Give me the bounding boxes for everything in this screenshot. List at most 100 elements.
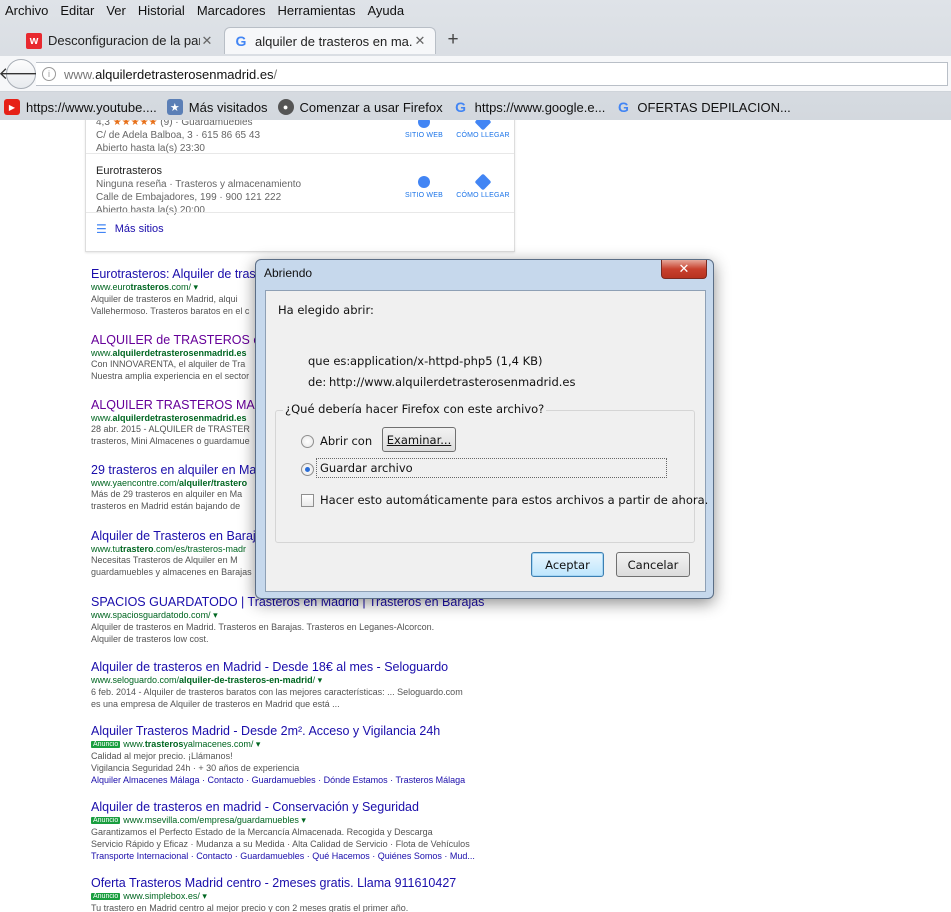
- website-button[interactable]: SITIO WEB: [394, 120, 454, 139]
- reviews: (9) · Guardamuebles: [160, 120, 253, 128]
- chosen-label: Ha elegido abrir:: [278, 303, 374, 317]
- bookmark-firefox[interactable]: ● Comenzar a usar Firefox: [277, 99, 443, 115]
- ad-result: Alquiler de trasteros en madrid - Conser…: [91, 800, 551, 862]
- menu-ver[interactable]: Ver: [100, 0, 132, 22]
- wowhead-icon: w: [26, 32, 42, 49]
- browse-button[interactable]: Examinar...: [382, 427, 456, 452]
- back-button[interactable]: 🡐: [0, 59, 44, 89]
- from-label: de:: [308, 375, 327, 389]
- address: C/ de Adela Balboa, 3 · 615 86 65 43: [96, 130, 261, 141]
- local-entry[interactable]: Eurotrasteros Ninguna reseña · Trasteros…: [96, 165, 301, 217]
- url-prefix: www.: [64, 66, 96, 82]
- save-file-label[interactable]: Guardar archivo: [320, 461, 413, 475]
- directions-label: CÓMO LLEGAR: [456, 132, 510, 139]
- firefox-icon: ●: [277, 99, 294, 115]
- close-dialog-button[interactable]: ✕: [661, 260, 707, 279]
- address: Calle de Embajadores, 199 · 900 121 222: [96, 192, 282, 203]
- result-title[interactable]: Alquiler de trasteros en Madrid - Desde …: [91, 660, 551, 674]
- bookmark-label: Comenzar a usar Firefox: [299, 99, 443, 115]
- dialog-body: Ha elegido abrir: que es: application/x-…: [265, 290, 708, 592]
- tab-strip: w Desconfiguracion de la par... ✕ G alqu…: [0, 24, 951, 54]
- new-tab-button[interactable]: +: [442, 29, 464, 51]
- bookmark-youtube[interactable]: ▶ https://www.youtube....: [4, 99, 157, 115]
- navigation-bar: 🡐 i www. alquilerdetrasterosenmadrid.es /: [0, 56, 951, 92]
- url-host: alquilerdetrasterosenmadrid.es: [95, 66, 274, 82]
- list-icon: ☰: [96, 222, 107, 236]
- ad-badge: Anuncio: [91, 817, 121, 824]
- opening-dialog: Abriendo ✕ Ha elegido abrir: que es: app…: [255, 259, 714, 599]
- tab-desconfiguracion[interactable]: w Desconfiguracion de la par... ✕: [18, 27, 222, 54]
- bookmark-label: https://www.google.e...: [474, 99, 606, 115]
- globe-icon: [418, 176, 430, 188]
- auto-checkbox[interactable]: [301, 494, 314, 507]
- tab-title: Desconfiguracion de la par...: [48, 33, 200, 48]
- close-tab-icon[interactable]: ✕: [200, 33, 214, 49]
- more-sites-link[interactable]: ☰ Más sitios: [96, 222, 164, 236]
- website-button[interactable]: SITIO WEB: [394, 176, 454, 199]
- directions-button[interactable]: CÓMO LLEGAR: [453, 173, 513, 199]
- open-with-label[interactable]: Abrir con: [320, 434, 372, 448]
- from-value: http://www.alquilerdetrasterosenmadrid.e…: [329, 375, 576, 389]
- bookmark-label: Más visitados: [188, 99, 268, 115]
- local-entry[interactable]: 4,3 ★★★★★ (9) · Guardamuebles C/ de Adel…: [96, 120, 260, 155]
- result-title[interactable]: Alquiler de trasteros en madrid - Conser…: [91, 800, 551, 814]
- save-file-radio[interactable]: [301, 463, 314, 476]
- result-snippet: Servicio Rápido y Eficaz · Mudanza a su …: [91, 839, 470, 849]
- sitelinks[interactable]: Transporte Internacional · Contacto · Gu…: [91, 850, 551, 862]
- bookmark-google[interactable]: Ghttps://www.google.e...: [453, 99, 606, 115]
- menu-ayuda[interactable]: Ayuda: [361, 0, 410, 22]
- category: Ninguna reseña · Trasteros y almacenamie…: [96, 179, 302, 190]
- url-suffix: /: [273, 66, 278, 82]
- cancel-button[interactable]: Cancelar: [616, 552, 690, 577]
- place-name: Eurotrasteros: [96, 165, 163, 177]
- result-url: www.seloguardo.com/alquiler-de-trasteros…: [91, 675, 323, 685]
- menu-editar[interactable]: Editar: [54, 0, 100, 22]
- result-snippet: Alquiler de trasteros en Madrid. Traster…: [91, 622, 435, 632]
- menu-historial[interactable]: Historial: [132, 0, 191, 22]
- search-result: Alquiler de trasteros en Madrid - Desde …: [91, 660, 551, 710]
- bookmark-label: https://www.youtube....: [26, 99, 157, 115]
- browser-chrome: Archivo Editar Ver Historial Marcadores …: [0, 0, 951, 120]
- result-snippet: Calidad al mejor precio. ¡Llámanos!: [91, 751, 233, 761]
- more-sites-label: Más sitios: [114, 223, 164, 235]
- menu-herramientas[interactable]: Herramientas: [271, 0, 361, 22]
- divider: [86, 212, 514, 213]
- open-with-radio[interactable]: [301, 435, 314, 448]
- menu-archivo[interactable]: Archivo: [0, 0, 54, 22]
- tab-title: alquiler de trasteros en ma...: [255, 33, 413, 49]
- most-visited-icon: ★: [166, 99, 183, 115]
- type-value: application/x-httpd-php5 (1,4 KB): [350, 354, 543, 368]
- result-title[interactable]: Oferta Trasteros Madrid centro - 2meses …: [91, 876, 551, 890]
- divider: [86, 153, 514, 154]
- website-label: SITIO WEB: [405, 132, 443, 139]
- directions-label: CÓMO LLEGAR: [456, 192, 510, 199]
- tab-alquiler-trasteros[interactable]: G alquiler de trasteros en ma... ✕: [224, 27, 436, 54]
- accept-button[interactable]: Aceptar: [531, 552, 604, 577]
- ad-badge: Anuncio: [91, 741, 121, 748]
- result-snippet: Garantizamos el Perfecto Estado de la Me…: [91, 827, 433, 837]
- star-rating-icon: ★★★★★: [112, 120, 158, 128]
- menu-marcadores[interactable]: Marcadores: [191, 0, 272, 22]
- close-tab-icon[interactable]: ✕: [413, 33, 427, 49]
- bookmark-most-visited[interactable]: ★ Más visitados: [166, 99, 268, 115]
- result-snippet: es una empresa de Alquiler de trasteros …: [91, 699, 340, 709]
- bookmarks-toolbar: ▶ https://www.youtube.... ★ Más visitados …: [0, 95, 951, 119]
- question-label: ¿Qué debería hacer Firefox con este arch…: [283, 402, 547, 416]
- dialog-title: Abriendo: [264, 266, 313, 280]
- sitelinks[interactable]: Alquiler Almacenes Málaga · Contacto · G…: [91, 774, 551, 786]
- result-snippet: Vigilancia Seguridad 24h · + 30 años de …: [91, 763, 300, 773]
- info-icon[interactable]: i: [42, 67, 56, 81]
- directions-button[interactable]: CÓMO LLEGAR: [453, 120, 513, 139]
- result-snippet: Alquiler de trasteros low cost.: [91, 634, 209, 644]
- auto-label[interactable]: Hacer esto automáticamente para estos ar…: [320, 493, 708, 507]
- result-snippet: Tu trastero en Madrid centro al mejor pr…: [91, 903, 409, 912]
- ad-result: Alquiler Trasteros Madrid - Desde 2m². A…: [91, 724, 551, 786]
- url-bar[interactable]: i www. alquilerdetrasterosenmadrid.es /: [36, 62, 948, 86]
- bookmark-ofertas[interactable]: G OFERTAS DEPILACION...: [615, 99, 791, 115]
- result-snippet: 6 feb. 2014 - Alquiler de trasteros bara…: [91, 687, 463, 697]
- result-title[interactable]: Alquiler Trasteros Madrid - Desde 2m². A…: [91, 724, 551, 738]
- result-url: www.spaciosguardatodo.com/ ▾: [91, 610, 218, 620]
- search-result: SPACIOS GUARDATODO | Trasteros en Madrid…: [91, 595, 551, 645]
- directions-icon: [474, 173, 492, 191]
- result-url: Anuncio www.trasterosyalmacenes.com/ ▾: [91, 739, 261, 749]
